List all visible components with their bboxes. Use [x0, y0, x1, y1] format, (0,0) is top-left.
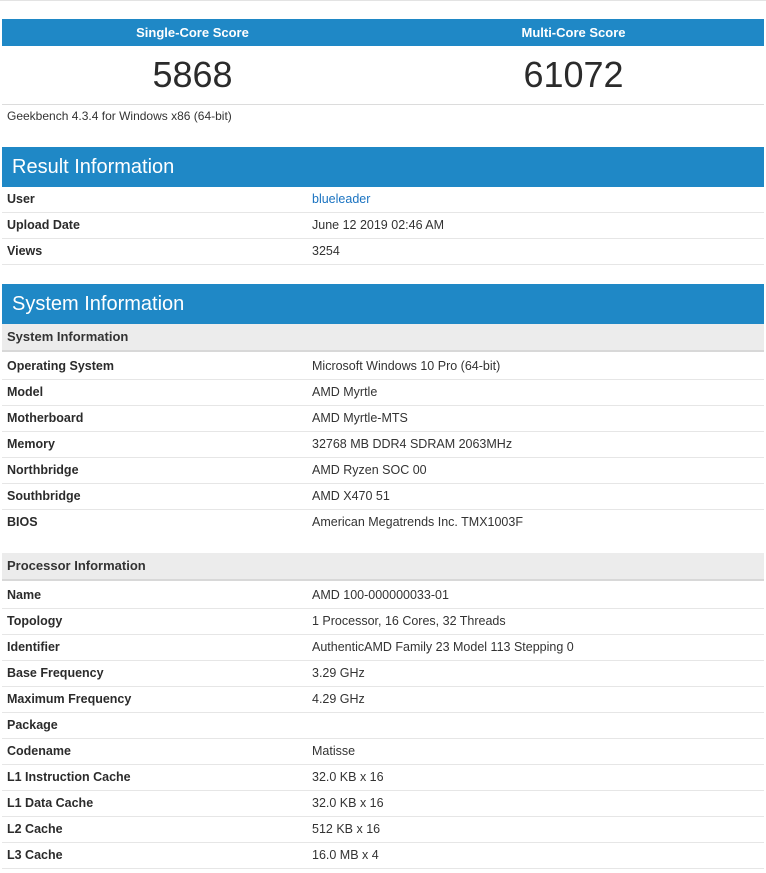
single-core-score-value: 5868: [152, 54, 233, 95]
result-information-table: User blueleader Upload Date June 12 2019…: [2, 187, 764, 265]
table-row: L3 Cache 16.0 MB x 4: [2, 843, 764, 869]
row-key: Name: [7, 588, 42, 602]
table-row: Operating System Microsoft Windows 10 Pr…: [2, 354, 764, 380]
row-value: AuthenticAMD Family 23 Model 113 Steppin…: [312, 640, 574, 654]
row-value: AMD Myrtle: [312, 385, 378, 399]
row-value: AMD Myrtle-MTS: [312, 411, 408, 425]
row-value: 4.29 GHz: [312, 692, 365, 706]
row-value: Microsoft Windows 10 Pro (64-bit): [312, 359, 501, 373]
row-value: AMD Ryzen SOC 00: [312, 463, 427, 477]
row-value: Matisse: [312, 744, 356, 758]
row-key: Southbridge: [7, 489, 81, 503]
table-row: Base Frequency 3.29 GHz: [2, 661, 764, 687]
table-row: L2 Cache 512 KB x 16: [2, 817, 764, 843]
row-key: L1 Data Cache: [7, 796, 94, 810]
table-row: L1 Data Cache 32.0 KB x 16: [2, 791, 764, 817]
row-key: Memory: [7, 437, 55, 451]
row-key: Motherboard: [7, 411, 84, 425]
row-key: L2 Cache: [7, 822, 63, 836]
top-divider: [0, 0, 766, 1]
system-information-table: Operating System Microsoft Windows 10 Pr…: [2, 354, 764, 536]
row-value: 32.0 KB x 16: [312, 770, 384, 784]
row-key: Maximum Frequency: [7, 692, 132, 706]
row-key: User: [7, 192, 35, 206]
table-row: BIOS American Megatrends Inc. TMX1003F: [2, 510, 764, 536]
multi-core-score-label: Multi-Core Score: [383, 19, 764, 46]
single-core-score-label: Single-Core Score: [2, 19, 383, 46]
row-value: 3.29 GHz: [312, 666, 365, 680]
row-value: 32.0 KB x 16: [312, 796, 384, 810]
row-value: AMD 100-000000033-01: [312, 588, 449, 602]
table-row: Upload Date June 12 2019 02:46 AM: [2, 213, 764, 239]
row-key: Base Frequency: [7, 666, 104, 680]
multi-core-score-column: Multi-Core Score 61072: [383, 19, 764, 104]
row-value: June 12 2019 02:46 AM: [312, 218, 445, 232]
row-key: Package: [7, 718, 58, 732]
table-row: Model AMD Myrtle: [2, 380, 764, 406]
row-key: Codename: [7, 744, 71, 758]
row-key: L1 Instruction Cache: [7, 770, 131, 784]
row-value: 3254: [312, 244, 340, 258]
row-value: 1 Processor, 16 Cores, 32 Threads: [312, 614, 506, 628]
system-information-subheader: System Information: [2, 324, 764, 352]
row-key: Topology: [7, 614, 63, 628]
table-row: Topology 1 Processor, 16 Cores, 32 Threa…: [2, 609, 764, 635]
row-value: 16.0 MB x 4: [312, 848, 379, 862]
row-key: Upload Date: [7, 218, 80, 232]
user-link[interactable]: blueleader: [312, 187, 370, 212]
row-key: Operating System: [7, 359, 114, 373]
row-key: Northbridge: [7, 463, 79, 477]
result-information-header: Result Information: [2, 147, 764, 187]
table-row: Identifier AuthenticAMD Family 23 Model …: [2, 635, 764, 661]
row-value: 32768 MB DDR4 SDRAM 2063MHz: [312, 437, 513, 451]
multi-core-score-value: 61072: [523, 54, 624, 95]
row-value: AMD X470 51: [312, 489, 390, 503]
table-row: Package: [2, 713, 764, 739]
table-row: Maximum Frequency 4.29 GHz: [2, 687, 764, 713]
geekbench-version: Geekbench 4.3.4 for Windows x86 (64-bit): [7, 109, 232, 123]
row-value: 512 KB x 16: [312, 822, 381, 836]
row-key: Identifier: [7, 640, 60, 654]
row-key: Model: [7, 385, 44, 399]
geekbench-result-page: Single-Core Score 5868 Multi-Core Score …: [0, 0, 766, 873]
table-row: User blueleader: [2, 187, 764, 213]
score-panel: Single-Core Score 5868 Multi-Core Score …: [2, 19, 764, 105]
row-value: American Megatrends Inc. TMX1003F: [312, 515, 523, 529]
system-information-header: System Information: [2, 284, 764, 324]
row-key: L3 Cache: [7, 848, 63, 862]
table-row: Southbridge AMD X470 51: [2, 484, 764, 510]
table-row: L1 Instruction Cache 32.0 KB x 16: [2, 765, 764, 791]
table-row: Northbridge AMD Ryzen SOC 00: [2, 458, 764, 484]
processor-information-table: Name AMD 100-000000033-01 Topology 1 Pro…: [2, 583, 764, 869]
table-row: Name AMD 100-000000033-01: [2, 583, 764, 609]
table-row: Views 3254: [2, 239, 764, 265]
table-row: Motherboard AMD Myrtle-MTS: [2, 406, 764, 432]
table-row: Codename Matisse: [2, 739, 764, 765]
table-row: Memory 32768 MB DDR4 SDRAM 2063MHz: [2, 432, 764, 458]
single-core-score-column: Single-Core Score 5868: [2, 19, 383, 104]
row-key: Views: [7, 244, 43, 258]
processor-information-subheader: Processor Information: [2, 553, 764, 581]
row-key: BIOS: [7, 515, 38, 529]
